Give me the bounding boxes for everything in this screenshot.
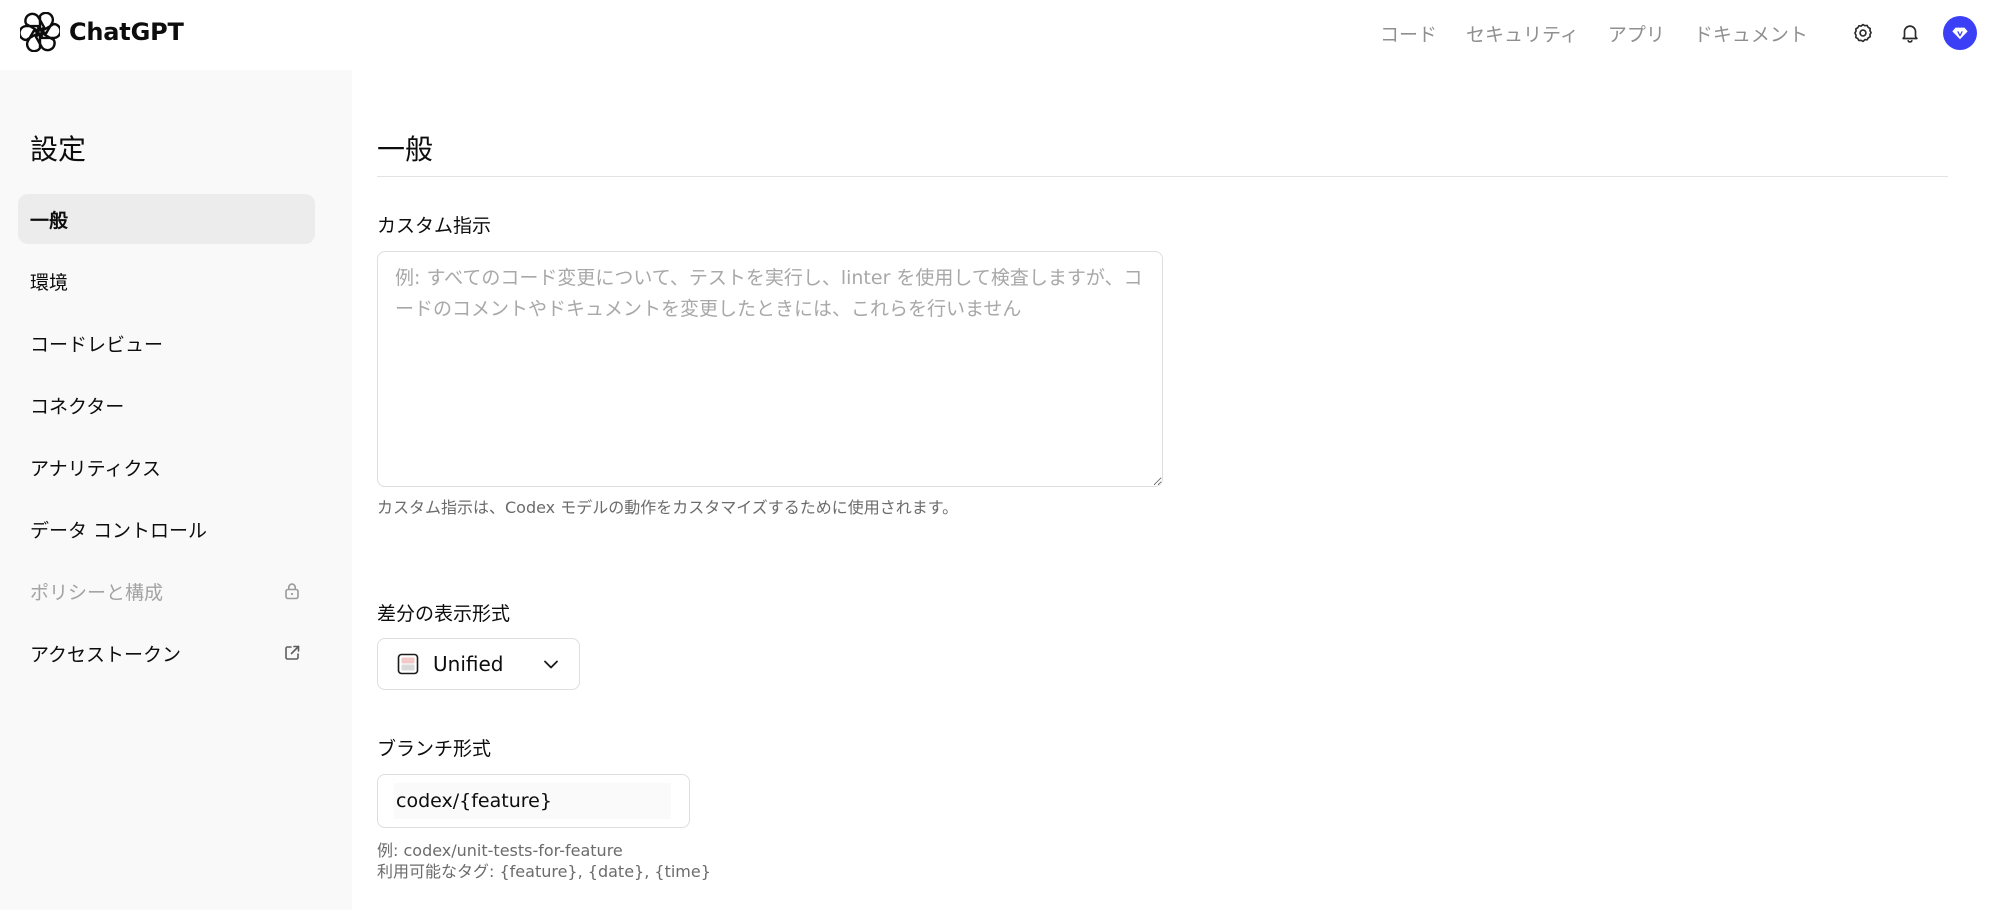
branch-format-input[interactable] [394,783,671,819]
branch-format-label: ブランチ形式 [377,738,492,760]
branch-format-field [377,774,690,828]
diamond-avatar-icon [1952,27,1968,40]
nav-link-security[interactable]: セキュリティ [1466,20,1579,47]
top-nav: コード セキュリティ アプリ ドキュメント [1380,18,1837,48]
avatar[interactable] [1943,16,1977,50]
notifications-button[interactable] [1896,19,1924,47]
openai-logo-icon [20,12,60,52]
page-title: 一般 [377,133,434,166]
sidebar-item-policies: ポリシーと構成 [18,566,315,616]
diff-format-value: Unified [433,652,504,676]
diff-format-label: 差分の表示形式 [377,603,511,625]
sidebar-item-analytics[interactable]: アナリティクス [18,442,315,492]
sidebar-item-label: 一般 [30,209,69,232]
sidebar-item-connectors[interactable]: コネクター [18,380,315,430]
bell-icon [1902,25,1918,43]
brand[interactable]: ChatGPT [20,12,184,52]
gear-icon [1854,23,1872,43]
sidebar-item-general[interactable]: 一般 [18,194,315,244]
title-divider [377,176,1948,177]
sidebar-item-label: コネクター [30,395,125,418]
custom-instructions-helper: カスタム指示は、Codex モデルの動作をカスタマイズするために使用されます。 [377,498,959,517]
sidebar-item-label: 環境 [30,271,69,294]
sidebar-item-label: ポリシーと構成 [30,581,164,604]
sidebar-item-access-tokens[interactable]: アクセストークン [18,628,315,678]
diff-format-select[interactable]: Unified [377,638,580,690]
branch-format-example: 例: codex/unit-tests-for-feature [377,841,623,860]
external-link-icon [281,642,303,664]
sidebar-title: 設定 [30,133,87,166]
custom-instructions-textarea[interactable] [377,251,1163,487]
top-header: ChatGPT コード セキュリティ アプリ ドキュメント [0,0,2000,70]
brand-name: ChatGPT [69,18,184,46]
settings-main: 一般 カスタム指示 カスタム指示は、Codex モデルの動作をカスタマイズするた… [352,70,2000,910]
nav-link-apps[interactable]: アプリ [1608,20,1665,47]
custom-instructions-label: カスタム指示 [377,215,492,237]
unified-diff-icon [397,653,419,675]
nav-link-code[interactable]: コード [1380,20,1437,47]
nav-link-docs[interactable]: ドキュメント [1694,20,1808,47]
sidebar-item-label: コードレビュー [30,333,164,356]
settings-button[interactable] [1849,19,1877,47]
chevron-down-icon [544,660,558,669]
lock-icon [281,580,303,602]
sidebar-item-code-review[interactable]: コードレビュー [18,318,315,368]
sidebar-item-data-controls[interactable]: データ コントロール [18,504,315,554]
sidebar-item-label: アナリティクス [30,457,161,480]
sidebar-item-label: アクセストークン [30,643,182,666]
branch-format-tags: 利用可能なタグ: {feature}, {date}, {time} [377,862,711,881]
sidebar-item-label: データ コントロール [30,519,208,542]
sidebar-item-environments[interactable]: 環境 [18,256,315,306]
settings-sidebar: 設定 一般 環境 コードレビュー コネクター アナリティクス データ コントロー… [0,70,352,910]
